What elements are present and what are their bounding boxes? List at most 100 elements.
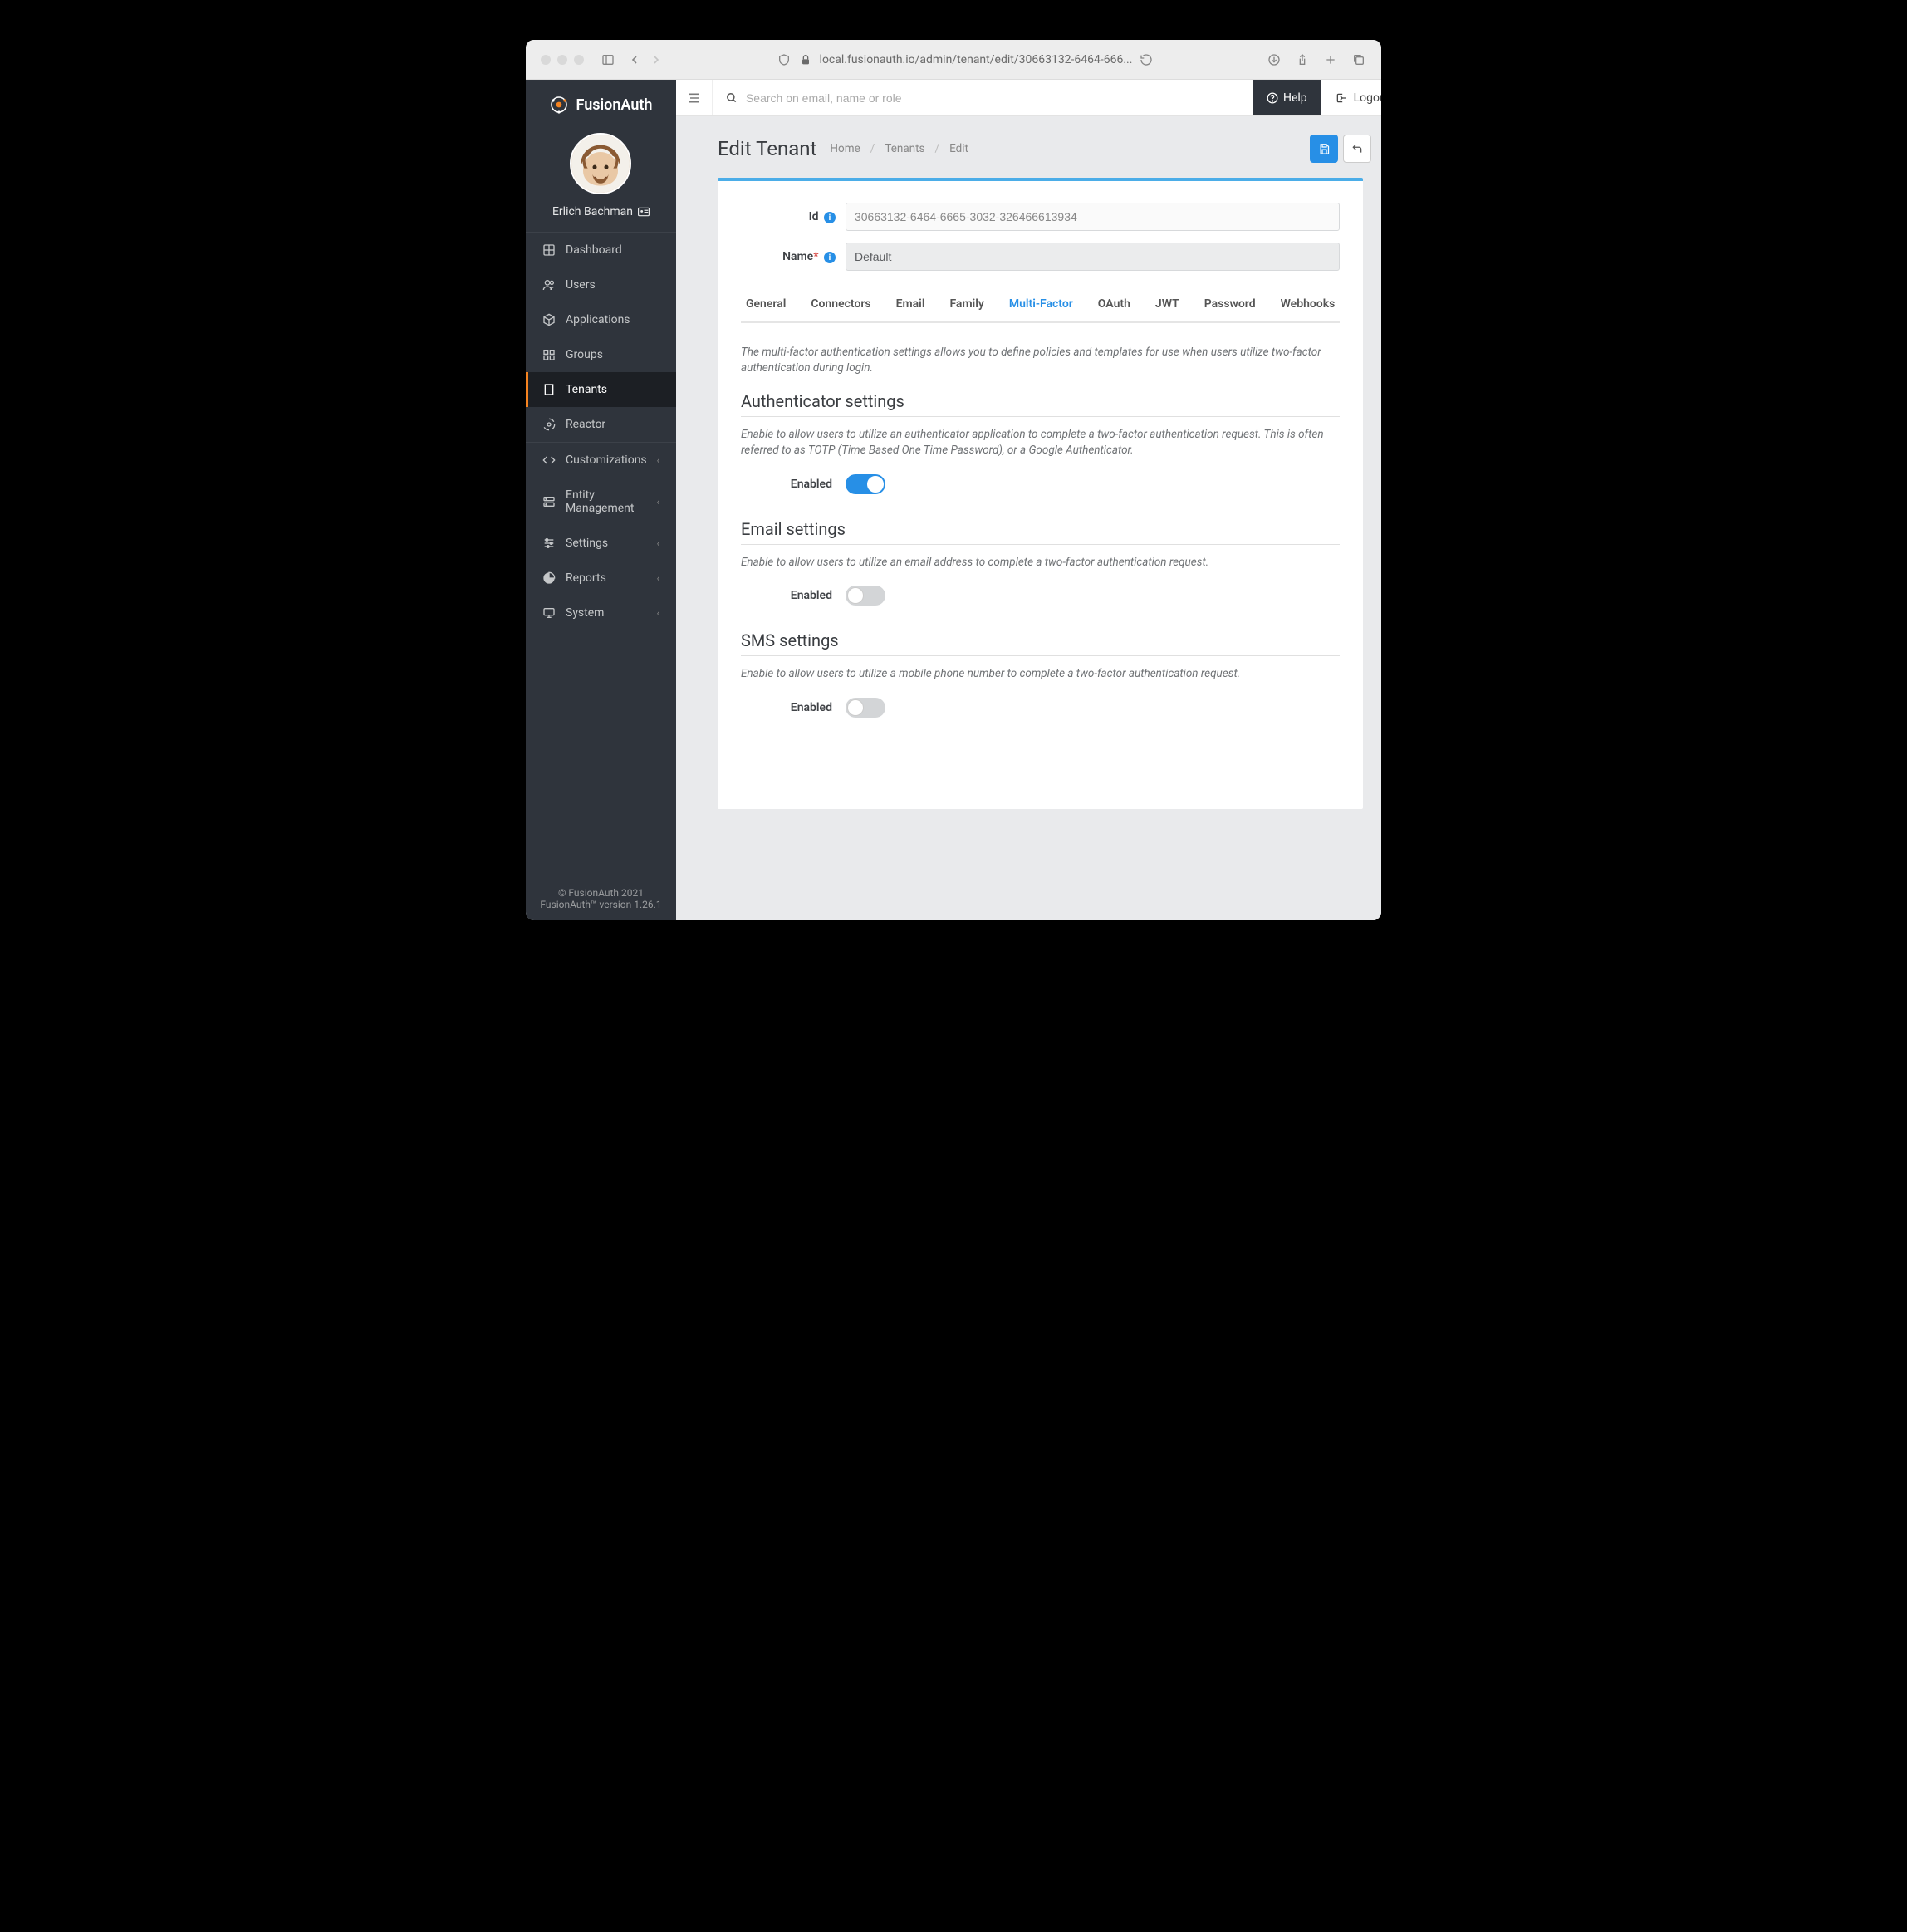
reload-icon[interactable] (1139, 52, 1154, 67)
users-icon (542, 278, 556, 292)
lock-icon (798, 52, 813, 67)
sidebar-item-customizations[interactable]: Customizations‹ (526, 443, 676, 478)
sms-enabled-toggle[interactable] (846, 698, 885, 718)
logout-label: Logout (1354, 91, 1381, 105)
tab-jwt[interactable]: JWT (1154, 289, 1181, 323)
tab-bar: General Connectors Email Family Multi-Factor… (741, 289, 1340, 323)
footer-version: FusionAuth™ version 1.26.1 (526, 899, 676, 910)
tab-webhooks[interactable]: Webhooks (1279, 289, 1337, 323)
sidebar-item-label: Users (566, 278, 596, 292)
tab-family[interactable]: Family (948, 289, 985, 323)
info-icon[interactable]: i (824, 252, 836, 263)
sidebar-item-label: Dashboard (566, 243, 622, 257)
sms-settings-desc: Enable to allow users to utilize a mobil… (741, 666, 1340, 683)
nav-back-icon[interactable] (627, 52, 642, 67)
tab-connectors[interactable]: Connectors (809, 289, 872, 323)
downloads-icon[interactable] (1267, 52, 1282, 67)
sidebar-item-reports[interactable]: Reports‹ (526, 561, 676, 596)
back-button[interactable] (1343, 135, 1371, 163)
building-icon (542, 383, 556, 396)
url-text: local.fusionauth.io/admin/tenant/edit/30… (820, 53, 1133, 66)
toggle-sidebar-button[interactable] (676, 80, 713, 115)
info-icon[interactable]: i (824, 212, 836, 223)
current-user[interactable]: Erlich Bachman (552, 205, 650, 218)
reactor-icon (542, 418, 556, 431)
logout-button[interactable]: Logout (1321, 80, 1381, 115)
sidebar-item-reactor[interactable]: Reactor (526, 407, 676, 442)
sidebar-item-applications[interactable]: Applications (526, 302, 676, 337)
chevron-left-icon: ‹ (657, 608, 659, 619)
sidebar-item-label: System (566, 606, 604, 620)
logout-icon (1336, 92, 1347, 104)
name-label: Name* i (741, 250, 846, 264)
logo: FusionAuth (526, 80, 676, 126)
tab-general[interactable]: General (744, 289, 787, 323)
sidebar-item-settings[interactable]: Settings‹ (526, 526, 676, 561)
browser-titlebar: local.fusionauth.io/admin/tenant/edit/30… (526, 40, 1381, 80)
sidebar-toggle-icon[interactable] (601, 52, 615, 67)
return-icon (1351, 143, 1363, 154)
sidebar-item-entity-management[interactable]: Entity Management ‹ (526, 478, 676, 526)
tab-email[interactable]: Email (895, 289, 927, 323)
email-enabled-toggle[interactable] (846, 586, 885, 606)
breadcrumb-separator: / (870, 142, 875, 155)
help-button[interactable]: Help (1253, 80, 1321, 115)
id-label: Id i (741, 210, 846, 224)
search-input[interactable] (746, 91, 1240, 105)
sidebar-item-label: Reports (566, 571, 606, 585)
authenticator-settings-title: Authenticator settings (741, 391, 1340, 417)
url-bar[interactable]: local.fusionauth.io/admin/tenant/edit/30… (670, 52, 1260, 67)
authenticator-settings-desc: Enable to allow users to utilize an auth… (741, 427, 1340, 459)
authenticator-enabled-label: Enabled (741, 478, 846, 491)
monitor-icon (542, 606, 556, 620)
nav-forward-icon[interactable] (649, 52, 664, 67)
sidebar: FusionAuth (526, 80, 676, 920)
tabs-overview-icon[interactable] (1351, 52, 1366, 67)
id-field (846, 203, 1340, 231)
name-field[interactable] (846, 243, 1340, 271)
sidebar-item-label: Entity Management (566, 488, 647, 515)
tab-oauth[interactable]: OAuth (1096, 289, 1132, 323)
page-header: Edit Tenant Home/Tenants/Edit (676, 116, 1381, 178)
app-window: local.fusionauth.io/admin/tenant/edit/30… (526, 40, 1381, 920)
groups-icon (542, 348, 556, 361)
sidebar-footer: © FusionAuth 2021 FusionAuth™ version 1.… (526, 880, 676, 920)
chevron-left-icon: ‹ (657, 497, 659, 508)
email-enabled-label: Enabled (741, 589, 846, 602)
sidebar-item-label: Reactor (566, 418, 605, 431)
breadcrumb: Home/Tenants/Edit (830, 142, 968, 155)
footer-copyright: © FusionAuth 2021 (526, 887, 676, 899)
help-icon (1267, 92, 1278, 104)
shield-icon (777, 52, 792, 67)
chevron-left-icon: ‹ (657, 455, 659, 466)
save-button[interactable] (1310, 135, 1338, 163)
pie-icon (542, 571, 556, 585)
breadcrumb-item[interactable]: Home (830, 142, 860, 155)
sidebar-item-dashboard[interactable]: Dashboard (526, 233, 676, 267)
sidebar-item-groups[interactable]: Groups (526, 337, 676, 372)
share-icon[interactable] (1295, 52, 1310, 67)
zoom-window-icon[interactable] (574, 55, 584, 65)
sms-enabled-label: Enabled (741, 701, 846, 714)
dashboard-icon (542, 243, 556, 257)
avatar[interactable] (570, 133, 631, 194)
minimize-window-icon[interactable] (557, 55, 567, 65)
tab-multi-factor[interactable]: Multi-Factor (1007, 289, 1075, 323)
sidebar-item-label: Settings (566, 537, 608, 550)
sms-settings-title: SMS settings (741, 630, 1340, 656)
authenticator-enabled-toggle[interactable] (846, 474, 885, 494)
mfa-intro: The multi-factor authentication settings… (741, 345, 1340, 376)
sidebar-item-system[interactable]: System ‹ (526, 596, 676, 630)
close-window-icon[interactable] (541, 55, 551, 65)
brand-name: FusionAuth (576, 96, 652, 114)
breadcrumb-item[interactable]: Tenants (885, 142, 924, 155)
page-title: Edit Tenant (718, 137, 816, 160)
window-controls (541, 55, 584, 65)
sidebar-item-tenants[interactable]: Tenants (526, 372, 676, 407)
sidebar-item-label: Applications (566, 313, 630, 326)
tab-password[interactable]: Password (1203, 289, 1257, 323)
new-tab-icon[interactable] (1323, 52, 1338, 67)
sidebar-item-users[interactable]: Users (526, 267, 676, 302)
sliders-icon (542, 537, 556, 550)
help-label: Help (1283, 91, 1307, 105)
